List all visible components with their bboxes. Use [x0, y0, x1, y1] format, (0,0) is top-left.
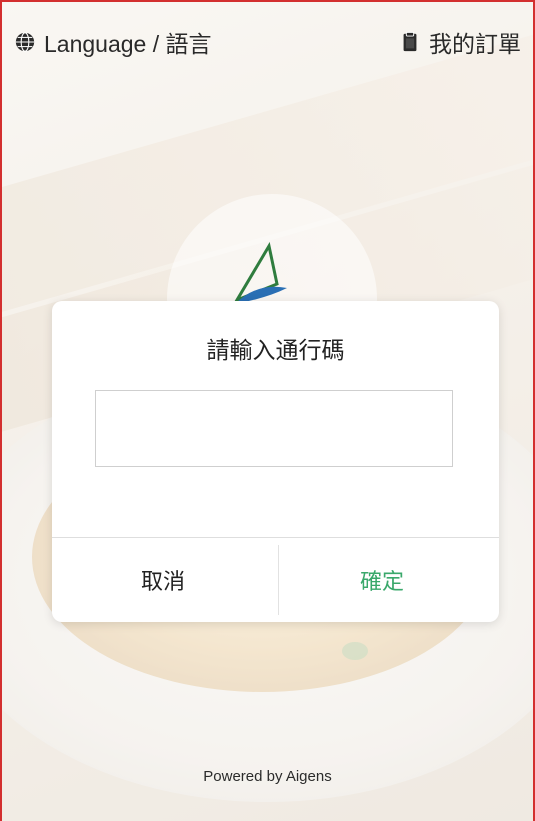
app-frame: Language / 語言 我的訂單 請輸入通行碼 取消 確定 Powered … [0, 0, 535, 821]
dialog-title: 請輸入通行碼 [206, 338, 345, 364]
passcode-input[interactable] [95, 390, 453, 467]
confirm-button[interactable]: 確定 [279, 538, 499, 622]
my-orders-button[interactable]: 我的訂單 [399, 25, 521, 59]
globe-icon [15, 32, 35, 52]
passcode-dialog: 請輸入通行碼 取消 確定 [52, 301, 499, 622]
top-bar: Language / 語言 我的訂單 [2, 2, 533, 86]
cancel-button[interactable]: 取消 [52, 538, 278, 622]
my-orders-label: 我的訂單 [429, 31, 521, 57]
powered-by-footer: Powered by Aigens [203, 768, 332, 785]
language-selector[interactable]: Language / 語言 [14, 25, 212, 59]
clipboard-icon [403, 31, 417, 52]
language-label: Language / 語言 [44, 31, 212, 57]
